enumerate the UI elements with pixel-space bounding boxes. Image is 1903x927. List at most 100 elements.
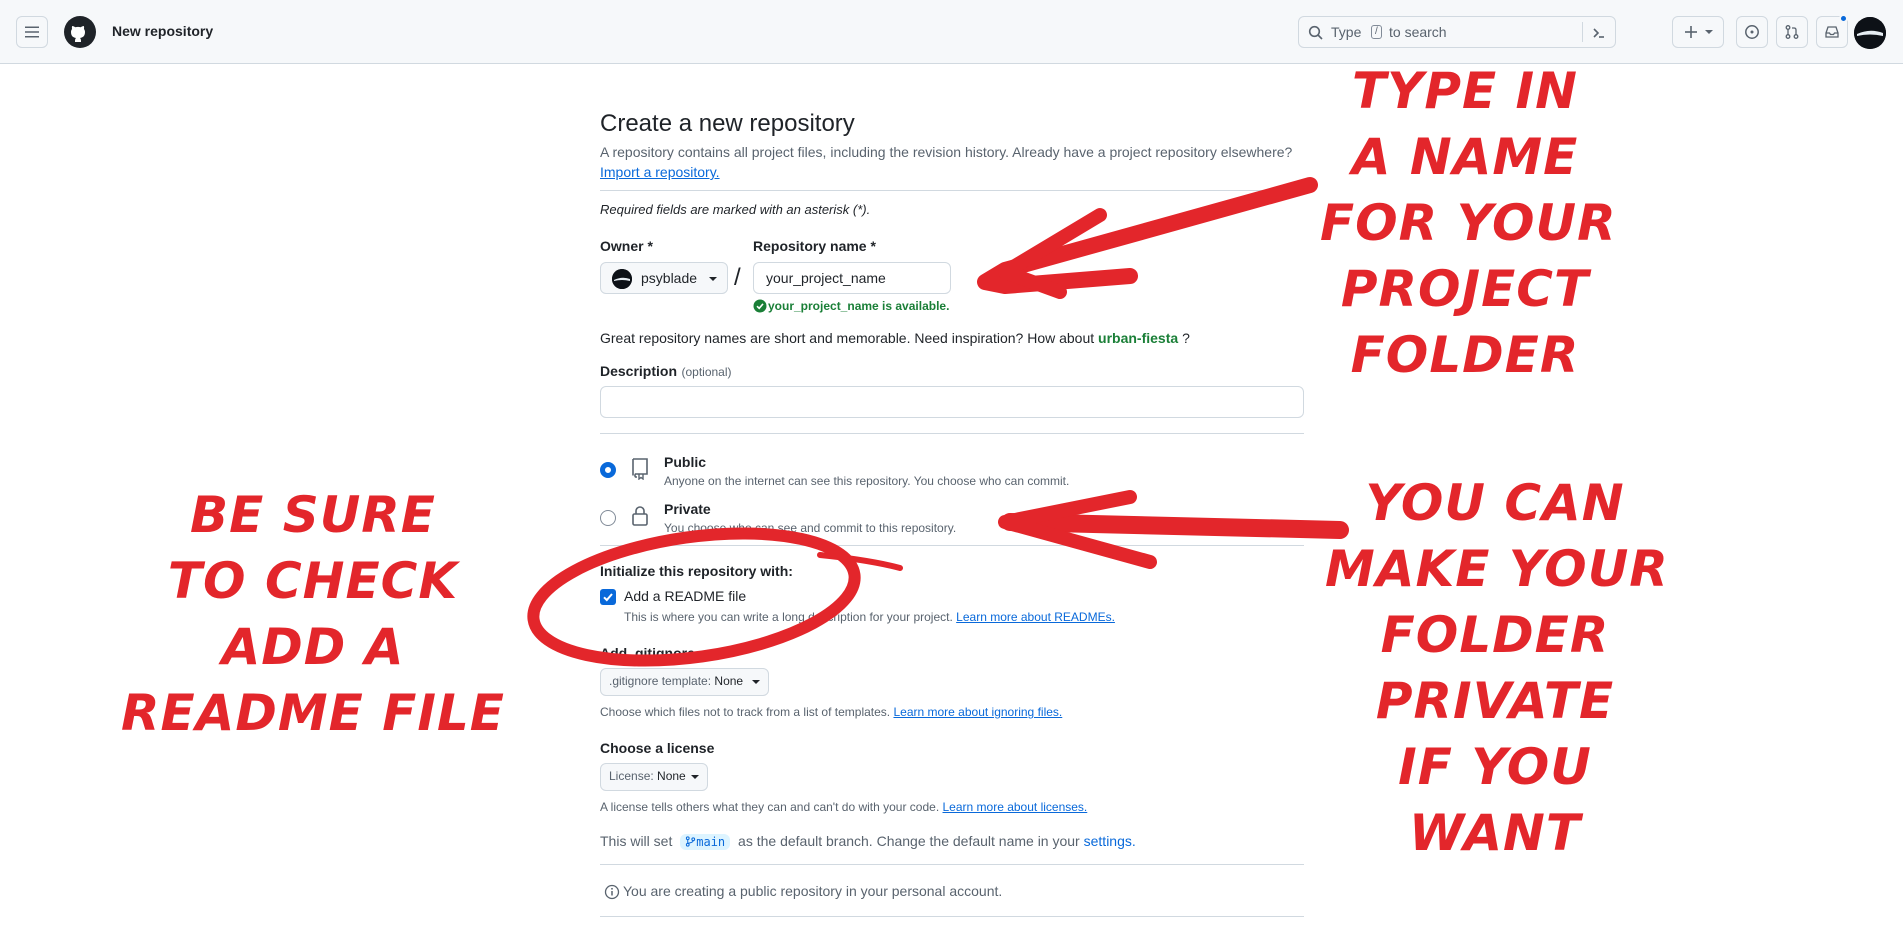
- branch-pill: main: [680, 834, 731, 850]
- chevron-down-icon: [691, 775, 699, 779]
- gitignore-label: Add .gitignore: [600, 645, 695, 661]
- divider: [600, 190, 1304, 191]
- hamburger-icon: [25, 26, 39, 38]
- annotation-line: TO CHECK: [167, 552, 459, 610]
- initialize-label: Initialize this repository with:: [600, 563, 793, 579]
- gitignore-help-text: Choose which files not to track from a l…: [600, 705, 891, 719]
- owner-repo-separator: /: [734, 264, 741, 291]
- license-select[interactable]: License: None: [600, 763, 708, 791]
- readme-learn-more-link[interactable]: Learn more about READMEs.: [956, 610, 1115, 624]
- divider: [600, 916, 1304, 917]
- create-new-button[interactable]: [1672, 16, 1724, 48]
- repo-icon: [632, 458, 648, 480]
- branch-note-post: as the default branch. Change the defaul…: [738, 833, 1080, 849]
- annotation-line: ADD A: [221, 618, 405, 676]
- default-branch-note: This will set main as the default branch…: [600, 833, 1136, 850]
- plus-icon: [1685, 26, 1697, 38]
- description-label-text: Description: [600, 363, 678, 379]
- annotation-line: TYPE IN: [1352, 62, 1578, 120]
- public-description: Anyone on the internet can see this repo…: [664, 474, 1070, 488]
- search-placeholder-suffix: to search: [1389, 24, 1447, 40]
- checkmark-icon: [603, 593, 613, 602]
- divider: [600, 864, 1304, 865]
- public-radio[interactable]: [600, 462, 616, 478]
- annotation-name-hint: TYPE IN A NAME FOR YOUR PROJECT FOLDER: [1320, 58, 1617, 388]
- divider: [600, 545, 1304, 546]
- readme-circle-tail: [817, 552, 903, 571]
- annotation-line: PRIVATE: [1375, 672, 1615, 730]
- search-divider: [1582, 22, 1583, 42]
- annotation-private-hint: YOU CAN MAKE YOUR FOLDER PRIVATE IF YOU …: [1325, 470, 1669, 866]
- suggestion-text: Great repository names are short and mem…: [600, 330, 1095, 346]
- annotation-line: FOLDER: [1350, 326, 1580, 384]
- annotation-line: YOU CAN: [1365, 474, 1625, 532]
- info-note: You are creating a public repository in …: [623, 883, 1003, 899]
- settings-link[interactable]: settings.: [1084, 833, 1136, 849]
- repository-name-input[interactable]: your_project_name: [753, 262, 951, 294]
- annotation-line: FOR YOUR: [1320, 194, 1617, 252]
- owner-avatar: [612, 269, 632, 289]
- annotation-line: MAKE YOUR: [1325, 540, 1669, 598]
- description-input[interactable]: [600, 386, 1304, 418]
- owner-select[interactable]: psyblade: [600, 262, 728, 294]
- readme-checkbox[interactable]: [600, 589, 616, 605]
- gitignore-select-value: None: [714, 674, 744, 688]
- license-select-value: None: [657, 769, 686, 783]
- chevron-down-icon: [1705, 30, 1713, 34]
- readme-label[interactable]: Add a README file: [624, 588, 746, 604]
- gitignore-select-prefix: .gitignore template:: [609, 674, 712, 688]
- search-shortcut-key: /: [1371, 25, 1382, 39]
- description-label: Description (optional): [600, 363, 732, 381]
- search-placeholder-prefix: Type: [1331, 24, 1362, 40]
- search-input[interactable]: Type / to search: [1298, 16, 1616, 48]
- top-header: New repository Type / to search: [0, 0, 1903, 64]
- repo-name-label: Repository name *: [753, 238, 876, 254]
- github-logo-icon[interactable]: [64, 16, 96, 48]
- lock-icon: [632, 506, 648, 526]
- issue-opened-icon: [1745, 25, 1759, 39]
- avatar-image-icon: [612, 269, 632, 289]
- arrow-to-repo-name: [977, 177, 1318, 299]
- info-icon: [604, 884, 620, 900]
- license-help: A license tells others what they can and…: [600, 800, 1087, 814]
- page-title: Create a new repository: [600, 110, 855, 137]
- owner-label: Owner *: [600, 238, 653, 254]
- menu-button[interactable]: [16, 16, 48, 48]
- gitignore-learn-more-link[interactable]: Learn more about ignoring files.: [893, 705, 1062, 719]
- command-palette-icon[interactable]: [1591, 25, 1607, 41]
- suggested-name-link[interactable]: urban-fiesta: [1098, 330, 1178, 346]
- pull-request-icon: [1785, 25, 1799, 39]
- license-learn-more-link[interactable]: Learn more about licenses.: [943, 800, 1088, 814]
- avatar-image-icon: [1854, 17, 1886, 49]
- divider: [600, 433, 1304, 434]
- check-circle-icon: [753, 299, 767, 313]
- annotation-line: IF YOU: [1398, 738, 1592, 796]
- annotation-readme-hint: BE SURE TO CHECK ADD A README FILE: [118, 482, 508, 746]
- gitignore-help: Choose which files not to track from a l…: [600, 705, 1062, 719]
- private-radio[interactable]: [600, 510, 616, 526]
- notification-dot: [1839, 14, 1848, 23]
- annotation-line: BE SURE: [190, 486, 436, 544]
- page-subtitle: A repository contains all project files,…: [600, 144, 1320, 160]
- required-fields-note: Required fields are marked with an aster…: [600, 202, 871, 217]
- issues-button[interactable]: [1736, 16, 1768, 48]
- user-avatar[interactable]: [1854, 17, 1886, 49]
- private-description: You choose who can see and commit to thi…: [664, 521, 957, 535]
- import-repository-link[interactable]: Import a repository.: [600, 164, 720, 180]
- annotation-line: WANT: [1408, 804, 1582, 862]
- page-context-title[interactable]: New repository: [112, 23, 213, 39]
- optional-hint: (optional): [681, 365, 732, 379]
- arrow-to-private: [998, 490, 1349, 569]
- git-branch-icon: [686, 836, 696, 847]
- license-help-text: A license tells others what they can and…: [600, 800, 940, 814]
- search-icon: [1308, 25, 1323, 40]
- name-suggestion: Great repository names are short and mem…: [600, 330, 1190, 346]
- annotation-line: FOLDER: [1380, 606, 1610, 664]
- branch-name: main: [696, 835, 726, 849]
- subtitle-text: A repository contains all project files,…: [600, 144, 1293, 160]
- chevron-down-icon: [752, 680, 760, 684]
- availability-message: your_project_name is available.: [768, 299, 950, 313]
- annotation-line: README FILE: [121, 684, 505, 742]
- pull-requests-button[interactable]: [1776, 16, 1808, 48]
- gitignore-template-select[interactable]: .gitignore template: None: [600, 668, 769, 696]
